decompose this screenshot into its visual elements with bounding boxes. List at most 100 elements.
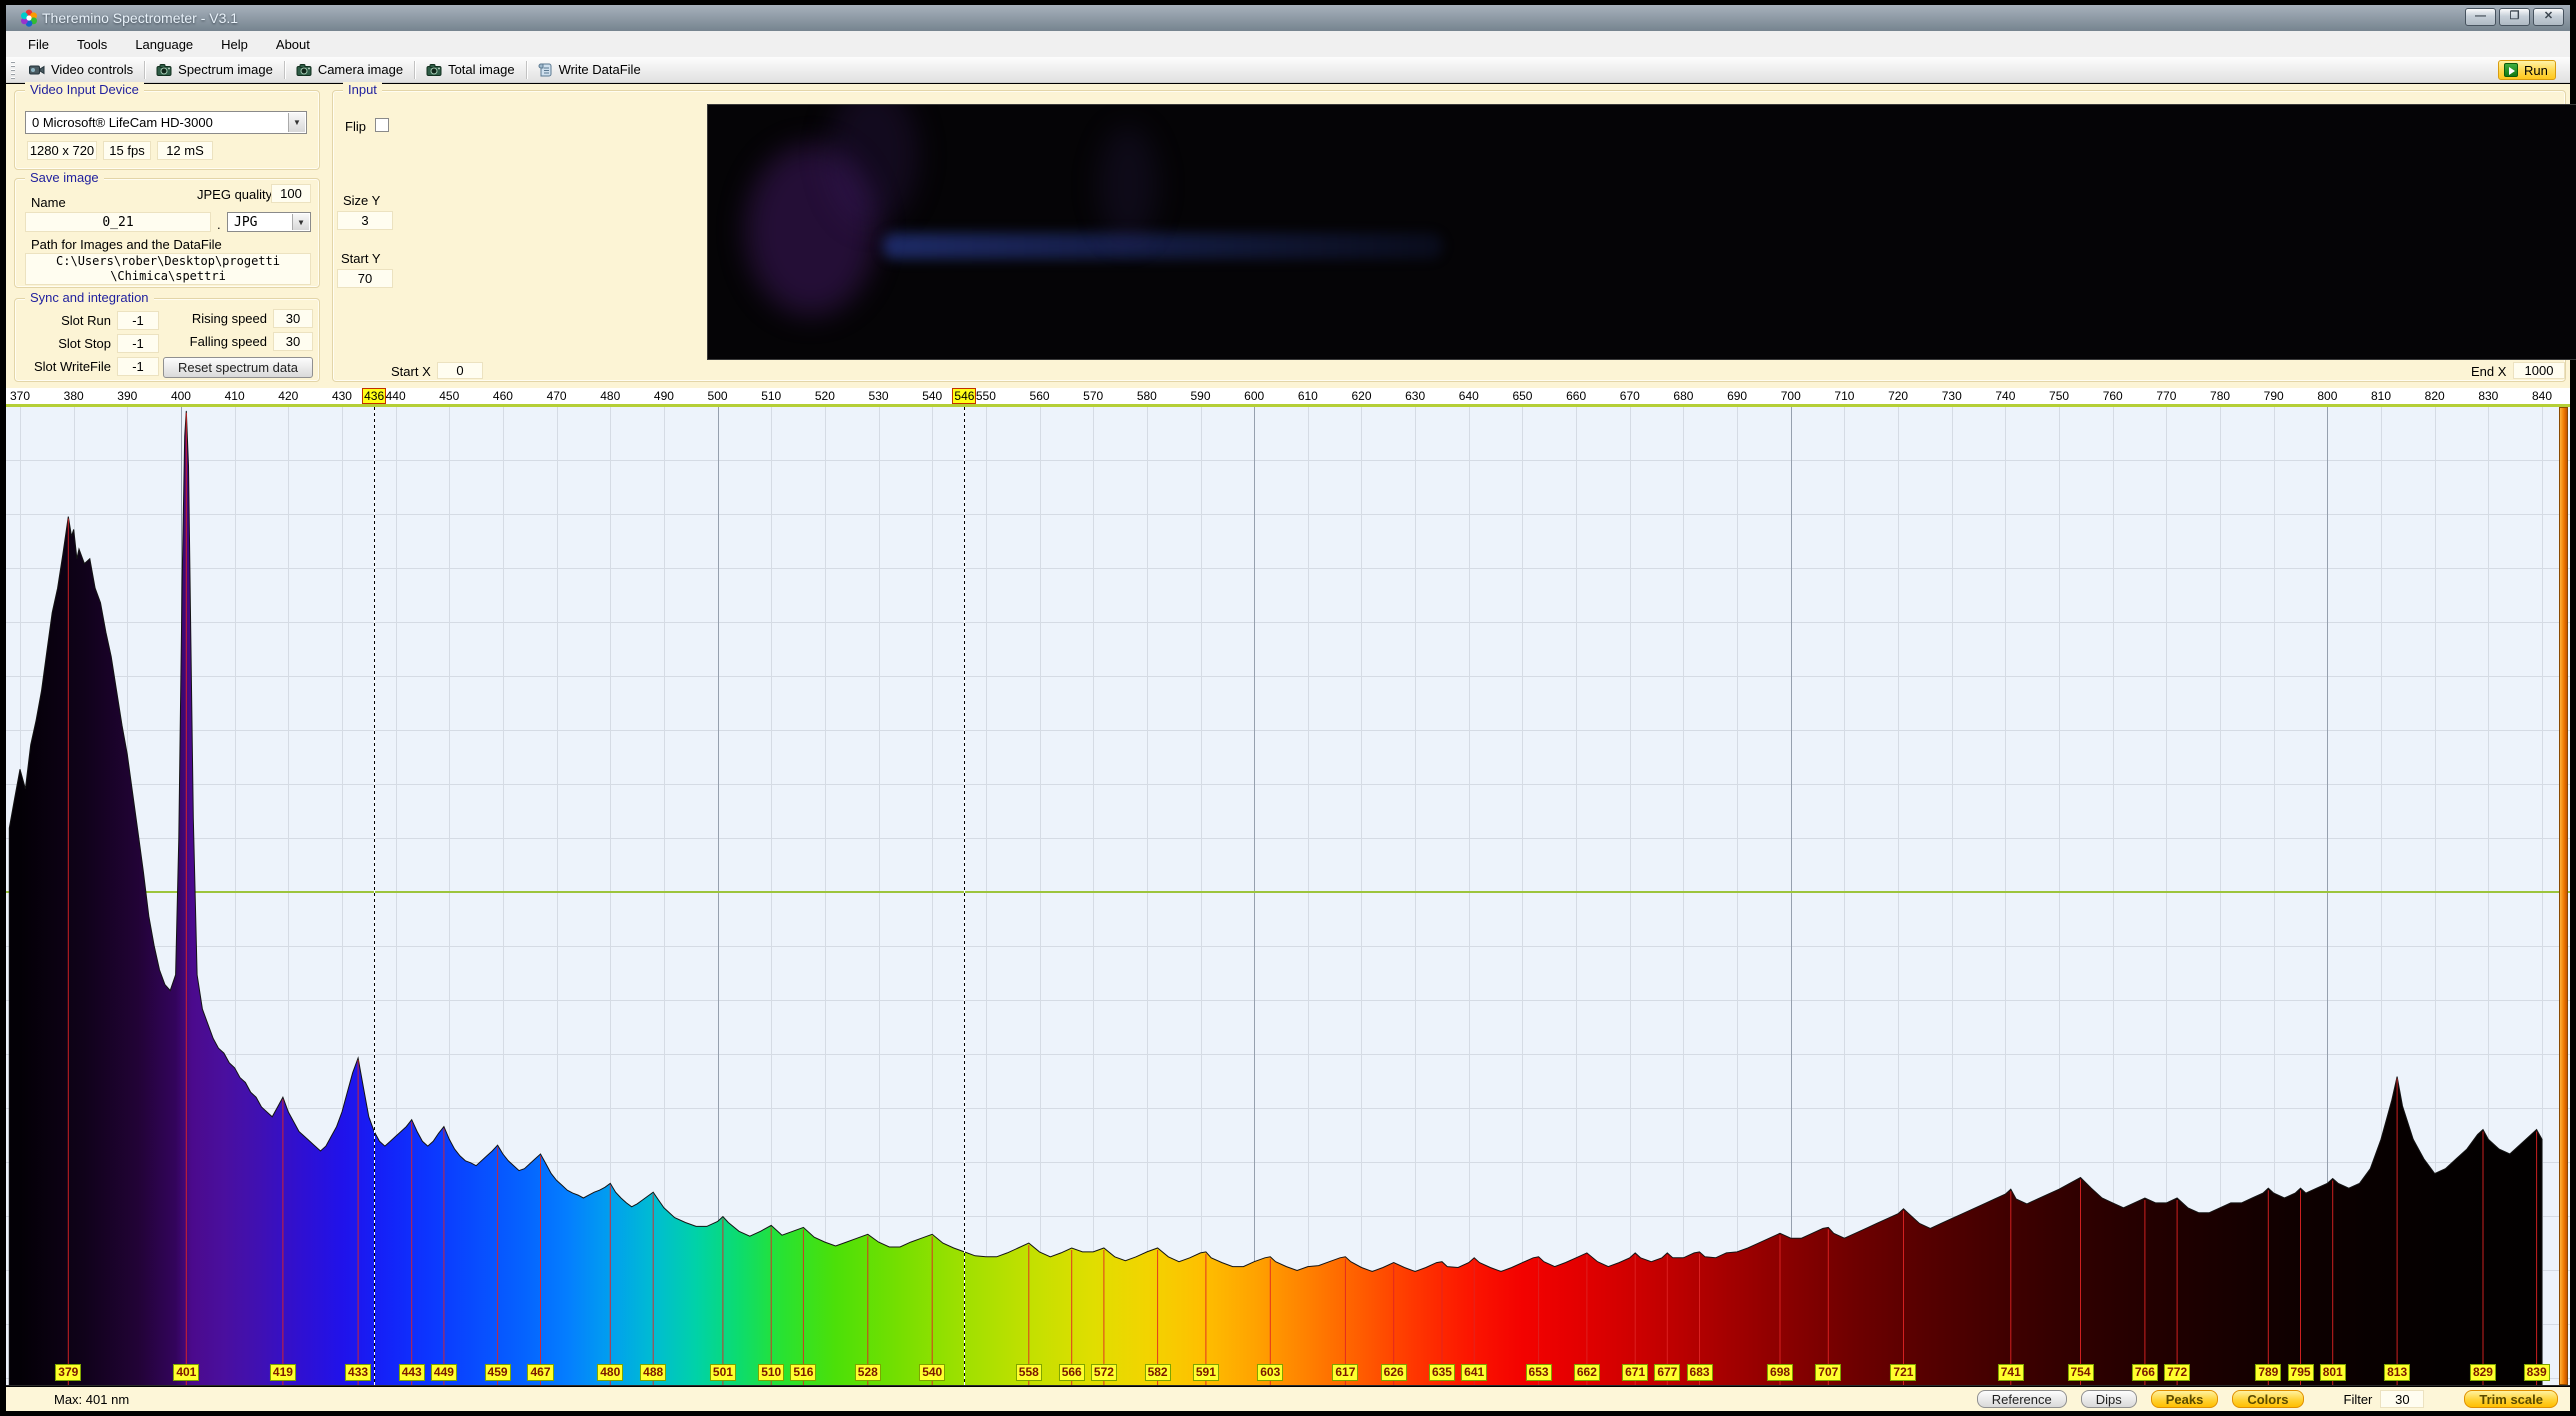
- peak-label-582[interactable]: 582: [1145, 1364, 1171, 1381]
- peak-label-510[interactable]: 510: [758, 1364, 784, 1381]
- camera-image[interactable]: [707, 104, 2576, 360]
- toolbar-camera-image-button[interactable]: Camera image: [288, 59, 411, 80]
- peak-label-789[interactable]: 789: [2255, 1364, 2281, 1381]
- peak-label-419[interactable]: 419: [270, 1364, 296, 1381]
- slot-value[interactable]: -1: [117, 334, 159, 353]
- peak-label-677[interactable]: 677: [1654, 1364, 1680, 1381]
- peak-label-683[interactable]: 683: [1687, 1364, 1713, 1381]
- peak-label-662[interactable]: 662: [1574, 1364, 1600, 1381]
- peak-label-488[interactable]: 488: [640, 1364, 666, 1381]
- minimize-button[interactable]: —: [2465, 8, 2496, 26]
- peak-label-379[interactable]: 379: [55, 1364, 81, 1381]
- peak-label-591[interactable]: 591: [1193, 1364, 1219, 1381]
- menu-item-tools[interactable]: Tools: [65, 34, 119, 55]
- axis-tick-740: 740: [1995, 389, 2015, 403]
- filter-value[interactable]: 30: [2380, 1390, 2424, 1408]
- size-y-value[interactable]: 3: [337, 211, 393, 230]
- marker-line-436[interactable]: [374, 407, 375, 1385]
- file-name-input[interactable]: 0_21: [25, 212, 211, 232]
- menu-item-about[interactable]: About: [264, 34, 322, 55]
- menu-item-file[interactable]: File: [16, 34, 61, 55]
- flip-checkbox[interactable]: [375, 118, 389, 132]
- video-input-group: Video Input Device 0 Microsoft® LifeCam …: [14, 90, 320, 170]
- menu-item-help[interactable]: Help: [209, 34, 260, 55]
- peak-label-653[interactable]: 653: [1526, 1364, 1552, 1381]
- peak-label-449[interactable]: 449: [431, 1364, 457, 1381]
- start-x-value[interactable]: 0: [437, 362, 483, 379]
- peak-label-433[interactable]: 433: [345, 1364, 371, 1381]
- menu-item-language[interactable]: Language: [123, 34, 205, 55]
- chevron-down-icon[interactable]: ▼: [292, 214, 309, 230]
- peak-label-626[interactable]: 626: [1381, 1364, 1407, 1381]
- spectrum-chart[interactable]: 379 401 419 433 443 449 459 467 480 488 501 510 516 5…: [6, 407, 2570, 1386]
- file-format-select[interactable]: JPG ▼: [227, 212, 311, 232]
- start-y-value[interactable]: 70: [337, 269, 393, 288]
- toolbar-spectrum-image-button[interactable]: Spectrum image: [148, 59, 281, 80]
- peak-label-617[interactable]: 617: [1332, 1364, 1358, 1381]
- start-y-label: Start Y: [341, 251, 381, 266]
- peak-label-572[interactable]: 572: [1091, 1364, 1117, 1381]
- peak-label-558[interactable]: 558: [1016, 1364, 1042, 1381]
- speed-label: Falling speed: [175, 334, 267, 349]
- axis-tick-500: 500: [708, 389, 728, 403]
- chevron-down-icon[interactable]: ▼: [288, 113, 305, 132]
- peak-label-801[interactable]: 801: [2320, 1364, 2346, 1381]
- peak-label-603[interactable]: 603: [1257, 1364, 1283, 1381]
- toolbar-write-datafile-button[interactable]: Write DataFile: [530, 59, 649, 80]
- peak-label-480[interactable]: 480: [597, 1364, 623, 1381]
- toolbar-total-image-button[interactable]: Total image: [418, 59, 522, 80]
- video-device-select[interactable]: 0 Microsoft® LifeCam HD-3000 ▼: [25, 111, 307, 134]
- app-window: Theremino Spectrometer - V3.1 — ❐ ✕ File…: [0, 0, 2576, 1416]
- axis-tick-600: 600: [1244, 389, 1264, 403]
- peak-label-766[interactable]: 766: [2132, 1364, 2158, 1381]
- reference-button[interactable]: Reference: [1977, 1390, 2067, 1408]
- peak-label-721[interactable]: 721: [1890, 1364, 1916, 1381]
- axis-tick-540: 540: [922, 389, 942, 403]
- peak-label-741[interactable]: 741: [1998, 1364, 2024, 1381]
- close-button[interactable]: ✕: [2533, 8, 2564, 26]
- peak-label-467[interactable]: 467: [527, 1364, 553, 1381]
- peak-label-839[interactable]: 839: [2524, 1364, 2550, 1381]
- peak-label-813[interactable]: 813: [2384, 1364, 2410, 1381]
- peaks-button[interactable]: Peaks: [2151, 1390, 2219, 1408]
- colors-button[interactable]: Colors: [2232, 1390, 2303, 1408]
- maximize-button[interactable]: ❐: [2499, 8, 2530, 26]
- peak-label-459[interactable]: 459: [485, 1364, 511, 1381]
- reset-spectrum-button[interactable]: Reset spectrum data: [163, 357, 313, 378]
- run-button[interactable]: Run: [2498, 60, 2556, 80]
- slot-label: Slot WriteFile: [15, 359, 111, 374]
- peak-label-795[interactable]: 795: [2288, 1364, 2314, 1381]
- axis-highlight-436[interactable]: 436: [362, 388, 386, 404]
- jpeg-quality-value[interactable]: 100: [271, 184, 311, 203]
- toolbar-grip[interactable]: [11, 61, 15, 79]
- peak-label-635[interactable]: 635: [1429, 1364, 1455, 1381]
- peak-label-516[interactable]: 516: [790, 1364, 816, 1381]
- peak-label-641[interactable]: 641: [1461, 1364, 1487, 1381]
- peak-label-698[interactable]: 698: [1767, 1364, 1793, 1381]
- peak-label-566[interactable]: 566: [1059, 1364, 1085, 1381]
- peak-label-772[interactable]: 772: [2164, 1364, 2190, 1381]
- peak-label-501[interactable]: 501: [710, 1364, 736, 1381]
- marker-line-546[interactable]: [964, 407, 965, 1385]
- peak-label-528[interactable]: 528: [855, 1364, 881, 1381]
- peak-label-754[interactable]: 754: [2068, 1364, 2094, 1381]
- axis-highlight-546[interactable]: 546: [952, 388, 976, 404]
- peak-label-443[interactable]: 443: [399, 1364, 425, 1381]
- peak-label-707[interactable]: 707: [1815, 1364, 1841, 1381]
- input-group: Input Flip Size Y 3 Start Y 70 Start X 0…: [332, 90, 2566, 382]
- slot-value[interactable]: -1: [117, 311, 159, 330]
- dips-button[interactable]: Dips: [2081, 1390, 2137, 1408]
- peak-label-401[interactable]: 401: [173, 1364, 199, 1381]
- scale-slider[interactable]: [2559, 407, 2568, 1385]
- speed-value[interactable]: 30: [273, 332, 313, 351]
- end-x-value[interactable]: 1000: [2513, 362, 2565, 379]
- trim-scale-button[interactable]: Trim scale: [2464, 1390, 2558, 1408]
- peak-label-540[interactable]: 540: [919, 1364, 945, 1381]
- path-value[interactable]: C:\Users\rober\Desktop\progetti \Chimica…: [25, 253, 311, 285]
- peak-label-671[interactable]: 671: [1622, 1364, 1648, 1381]
- title-bar: Theremino Spectrometer - V3.1 — ❐ ✕: [6, 5, 2570, 31]
- slot-value[interactable]: -1: [117, 357, 159, 376]
- toolbar-video-controls-button[interactable]: Video controls: [21, 59, 141, 80]
- peak-label-829[interactable]: 829: [2470, 1364, 2496, 1381]
- speed-value[interactable]: 30: [273, 309, 313, 328]
